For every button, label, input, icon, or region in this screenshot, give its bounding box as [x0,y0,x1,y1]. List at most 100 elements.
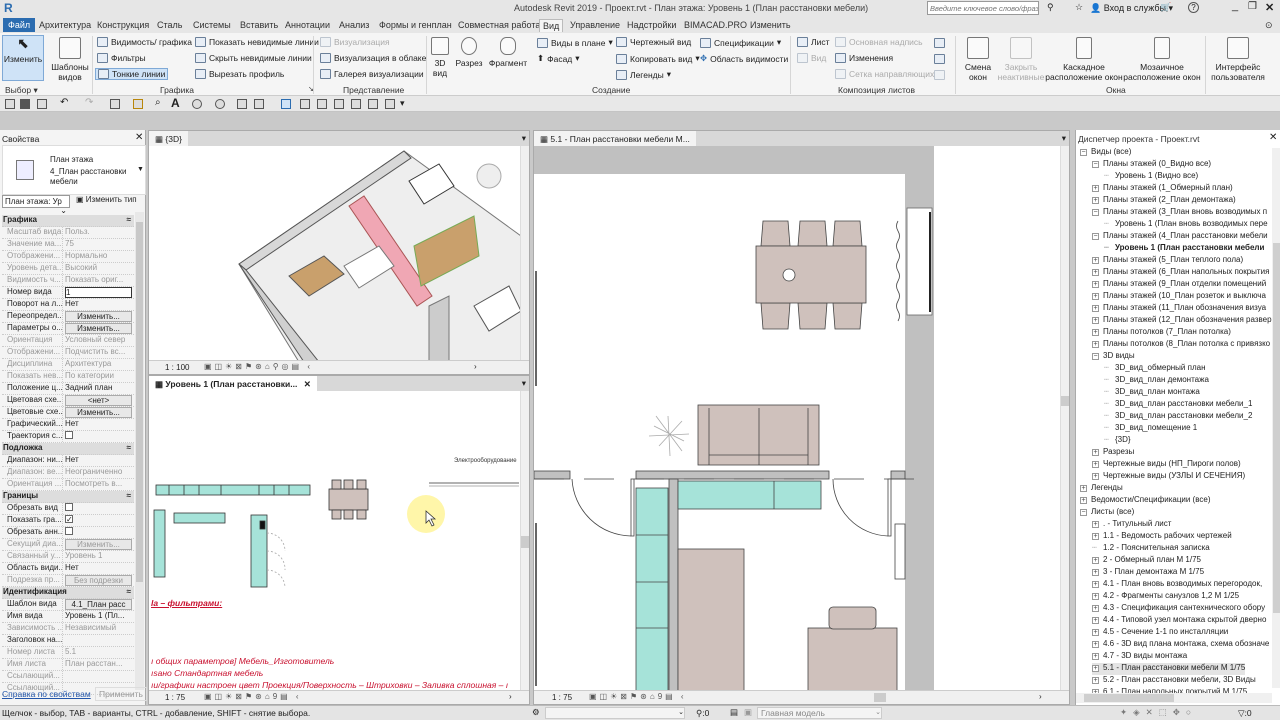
tab-systems[interactable]: Системы [190,19,234,31]
3d-vertical-scrollbar[interactable] [520,146,529,360]
detail-icon[interactable] [334,99,344,109]
browser-item[interactable]: + Разрезы [1092,447,1134,459]
browser-close-icon[interactable]: ✕ [1269,132,1277,143]
filters-button[interactable]: Фильтры [97,53,146,63]
properties-scrollbar[interactable] [135,212,144,690]
minimize-button[interactable]: _ [1232,0,1238,12]
property-row[interactable]: Имя листа План расстан... [2,659,134,671]
property-row[interactable]: Ориентация ... Посмотреть в... [2,479,134,491]
type-selector[interactable]: План этажа 4_План расстановки мебели ▼ [2,145,146,195]
expand-icon[interactable]: + [1092,329,1099,336]
property-row[interactable]: Траектория с... [2,431,134,443]
editable-only-icon[interactable]: ⚲:0 [696,708,709,719]
expand-icon[interactable]: + [1092,461,1099,468]
property-row[interactable]: Уровень дета... Высокий [2,263,134,275]
property-row[interactable]: Ориентация Условный север [2,335,134,347]
pencil-icon[interactable] [385,99,395,109]
sheet-view-controls-icons[interactable]: ▣◫☀⊠⚑⊛⌂9▤ ‹ [589,692,687,701]
expand-icon[interactable]: + [1092,521,1099,528]
property-group-header[interactable]: Графика ≈ [2,215,134,227]
property-row[interactable]: Масштаб вида Польз. [2,227,134,239]
print-icon[interactable] [110,99,120,109]
guide-grid-button[interactable]: Сетка направляющих [835,69,934,79]
browser-item[interactable]: + Планы этажей (1_Обмерный план) [1092,183,1233,195]
tab-analyze[interactable]: Анализ [336,19,372,31]
selection-controls-icons[interactable]: ✦◈✕⬚✥○ [1120,707,1197,718]
expand-icon[interactable]: + [1092,569,1099,576]
viewports-icon[interactable] [934,70,945,80]
collapse-icon[interactable]: − [1080,509,1087,516]
browser-item[interactable]: + Легенды [1080,483,1123,495]
tag-icon[interactable]: ⌕ [155,97,161,108]
user-interface-dropdown[interactable]: Интерфейс пользователя [1210,37,1266,82]
tab-view[interactable]: Вид [539,19,564,32]
property-edit-button[interactable]: Без подрезки [65,575,132,586]
browser-item[interactable]: + Чертежные виды (УЗЛЫ И СЕЧЕНИЯ) [1092,471,1245,483]
property-row[interactable]: Диапазон: ни... Нет [2,455,134,467]
cart-icon[interactable]: 🛒 [1160,2,1171,13]
browser-item[interactable]: − Планы этажей (0_Видно все) [1092,159,1211,171]
expand-icon[interactable]: + [1092,605,1099,612]
expand-icon[interactable]: + [1092,653,1099,660]
browser-item[interactable]: + . - Титульный лист [1092,519,1171,531]
property-row[interactable]: Обрезать анн... [2,527,134,539]
property-value[interactable]: Нет [65,299,79,308]
property-group-header[interactable]: Идентификация ≈ [2,587,134,599]
tab-annotate[interactable]: Аннотации [282,19,333,31]
search-input[interactable] [927,1,1039,15]
graphics-dialog-launcher-icon[interactable]: ↘ [308,85,314,93]
property-row[interactable]: Область види... Нет [2,563,134,575]
sheet-horizontal-scroll-thumb[interactable] [874,693,886,702]
browser-item[interactable]: + Ведомости/Спецификации (все) [1080,495,1211,507]
sheet-vertical-scrollbar[interactable] [1060,146,1069,690]
visibility-graphics-button[interactable]: Видимость/ графика [97,37,192,47]
expand-icon[interactable]: + [1092,293,1099,300]
dimension-icon[interactable] [300,99,310,109]
property-checkbox[interactable] [65,527,73,535]
expand-icon[interactable]: + [1092,317,1099,324]
browser-item[interactable]: ┄ 3D_вид_план расстановки мебели_2 [1104,411,1252,423]
tab-architecture[interactable]: Архитектура [36,19,94,31]
show-hidden-lines-button[interactable]: Показать невидимые линии [195,37,319,47]
tab-file[interactable]: Файл [3,18,36,32]
browser-item[interactable]: ┄ 3D_вид_план монтажа [1104,387,1200,399]
3d-scale[interactable]: 1 : 100 [165,363,189,372]
design-option-select[interactable]: Главная модель ⌄ [757,707,882,719]
expand-icon[interactable]: + [1092,257,1099,264]
browser-item[interactable]: ┄ Уровень 1 (План вновь возводимых пере [1104,219,1268,231]
binoculars-icon[interactable]: ⚲ [1047,2,1054,13]
view-reference-icon[interactable] [934,54,945,64]
browser-item[interactable]: ┄ 3D_вид_обмерный план [1104,363,1206,375]
property-value[interactable]: Уровень 1 (Пл... [65,611,124,620]
close-inactive-button[interactable]: Закрыть неактивные [998,37,1044,82]
open-icon[interactable] [5,99,15,109]
view-templates-button[interactable]: Шаблоны видов [50,37,90,82]
browser-item[interactable]: +4.3 - Спецификация сантехнического обор… [1092,603,1265,615]
tab-massing-site[interactable]: Формы и генплан [376,19,455,31]
property-row[interactable]: Поворот на л... Нет [2,299,134,311]
undo-icon[interactable]: ↶ [60,97,68,108]
duplicate-view-dropdown[interactable]: Копировать вид ▾ [616,53,700,64]
browser-item[interactable]: +5.1 - План расстановки мебели М 1/75 [1092,663,1246,675]
browser-item[interactable]: − Виды (все) [1080,147,1131,159]
property-edit-button[interactable]: <нет> [65,395,132,406]
expand-icon[interactable]: + [1092,581,1099,588]
browser-item[interactable]: − Листы (все) [1080,507,1134,519]
text-icon[interactable]: A [171,96,180,110]
viewport-sheet[interactable]: ▦ 5.1 - План расстановки мебели М... ▾ 1… [533,130,1070,705]
expand-icon[interactable]: + [1080,485,1087,492]
properties-help-link[interactable]: Справка по свойствам [2,689,91,699]
tab-3d-view[interactable]: ▦ {3D} [149,131,188,146]
expand-icon[interactable]: + [1092,665,1099,672]
property-row[interactable]: Подрезка пр... Без подрезки [2,575,134,587]
expand-icon[interactable]: + [1092,677,1099,684]
filter-icon[interactable]: ▽:0 [1238,708,1252,719]
expand-icon[interactable]: + [1092,473,1099,480]
property-checkbox[interactable] [65,431,73,439]
property-row[interactable]: Номер вида 1 [2,287,134,299]
panel-select[interactable]: Выбор ▾ [5,85,38,96]
workset-select[interactable]: ⌄ [545,707,685,719]
help-button[interactable]: ? [1188,2,1199,13]
render-button[interactable]: Визуализация [320,37,390,47]
browser-item[interactable]: −3D виды [1092,351,1135,363]
